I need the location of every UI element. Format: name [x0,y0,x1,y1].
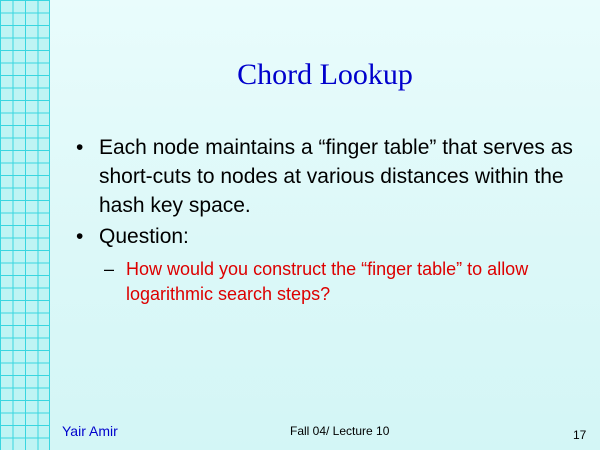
bullet-marker: • [76,136,84,159]
sub-bullet-marker: – [104,259,115,279]
bullet-item: • Question: [76,222,586,251]
decorative-grid [0,0,50,450]
footer-course: Fall 04/ Lecture 10 [290,424,390,438]
bullet-marker: • [76,225,84,248]
sub-bullet-text: How would you construct the “finger tabl… [126,259,529,304]
page-number: 17 [573,428,587,442]
bullet-text: Question: [99,225,189,248]
slide: Chord Lookup • Each node maintains a “fi… [0,0,600,450]
slide-title: Chord Lookup [237,58,413,91]
footer-author: Yair Amir [62,423,118,439]
sub-bullet-item: – How would you construct the “finger ta… [104,257,596,307]
bullet-text: Each node maintains a “finger table” tha… [99,136,573,217]
bullet-list: • Each node maintains a “finger table” t… [76,133,586,307]
bullet-item: • Each node maintains a “finger table” t… [76,133,586,220]
